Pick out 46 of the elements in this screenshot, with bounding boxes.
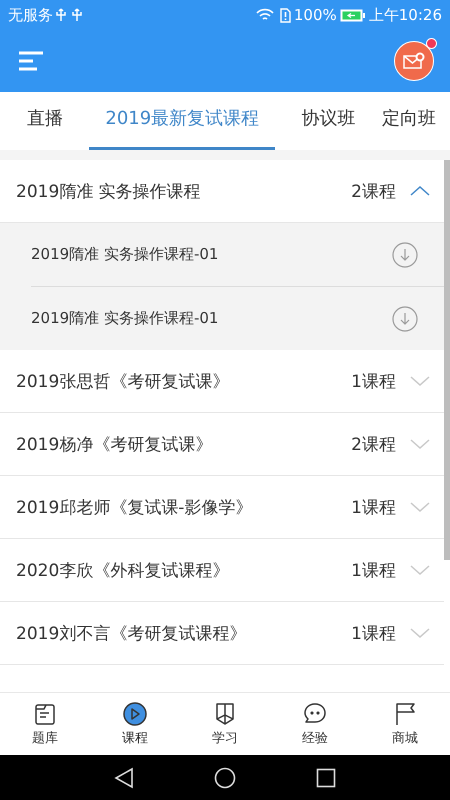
- nav-item[interactable]: 学习: [180, 693, 270, 755]
- course-count: 2课程: [351, 434, 396, 456]
- usb-icon: [72, 8, 82, 22]
- envelope-icon: [403, 52, 425, 70]
- download-icon[interactable]: [392, 242, 418, 268]
- sim-alert-icon: [280, 8, 291, 22]
- tab[interactable]: 2019最新复试课程: [89, 92, 276, 150]
- chevron-down-icon[interactable]: [410, 438, 430, 450]
- nav-item[interactable]: 经验: [270, 693, 360, 755]
- clock-text: 上午10:26: [368, 6, 442, 24]
- course-count: 1课程: [351, 496, 396, 518]
- course-title: 2019张思哲《考研复试课》: [16, 370, 230, 392]
- message-button[interactable]: [394, 41, 434, 81]
- menu-icon[interactable]: [18, 51, 44, 71]
- chevron-down-icon[interactable]: [410, 564, 430, 576]
- carrier-text: 无服务: [8, 6, 53, 24]
- battery-icon: [340, 8, 366, 22]
- nav-item[interactable]: 题库: [0, 693, 90, 755]
- back-icon[interactable]: [114, 766, 134, 788]
- chevron-down-icon[interactable]: [410, 501, 430, 513]
- battery-percent: 100%: [294, 6, 337, 24]
- chevron-up-icon[interactable]: [410, 185, 430, 197]
- tab[interactable]: 协议班: [302, 92, 356, 150]
- nav-item[interactable]: 课程: [90, 693, 180, 755]
- download-icon[interactable]: [392, 306, 418, 332]
- course-title: 2019隋准 实务操作课程: [16, 180, 202, 202]
- lesson-title[interactable]: 2019隋准 实务操作课程-01: [31, 245, 392, 264]
- home-icon[interactable]: [214, 766, 236, 788]
- wifi-icon: [256, 8, 274, 22]
- recents-icon[interactable]: [316, 768, 336, 788]
- course-title: 2019邱老师《复试课-影像学》: [16, 496, 254, 518]
- course-title: 2019杨净《考研复试课》: [16, 434, 214, 456]
- tab[interactable]: 定向班: [382, 92, 436, 150]
- chevron-down-icon[interactable]: [410, 627, 430, 639]
- usb-icon: [56, 8, 66, 22]
- course-title: 2019刘不言《考研复试课程》: [16, 622, 248, 644]
- course-count: 1课程: [351, 622, 396, 644]
- course-count: 2课程: [351, 180, 396, 202]
- course-icon: [122, 701, 148, 727]
- course-title: 2020李欣《外科复试课程》: [16, 560, 230, 582]
- course-count: 1课程: [351, 370, 396, 392]
- tab[interactable]: 直播: [27, 92, 63, 150]
- nav-item[interactable]: 商城: [360, 693, 450, 755]
- course-count: 1课程: [351, 560, 396, 582]
- chevron-down-icon[interactable]: [410, 375, 430, 387]
- lesson-title[interactable]: 2019隋准 实务操作课程-01: [31, 309, 392, 328]
